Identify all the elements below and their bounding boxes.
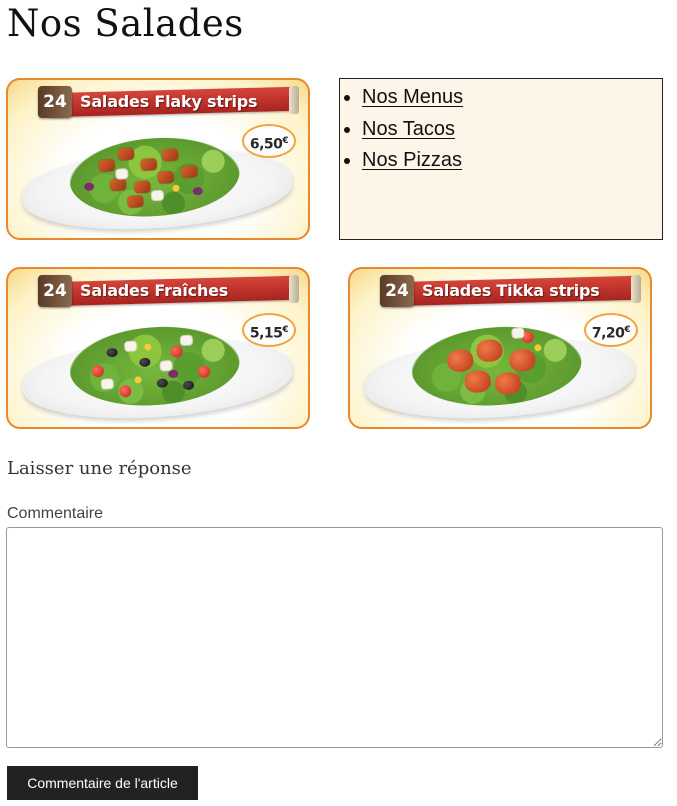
price-tag: 5,15€ (242, 313, 296, 347)
nav-link-tacos[interactable]: Nos Tacos (362, 118, 455, 140)
product-card-tikka-strips[interactable]: 24 Salades Tikka strips 7,20€ (348, 267, 652, 429)
nav-item-pizzas: Nos Pizzas (362, 145, 662, 177)
product-number: 24 (26, 275, 72, 307)
currency-symbol: € (282, 325, 289, 335)
product-name: Salades Fraîches (80, 281, 229, 300)
nav-link-menus[interactable]: Nos Menus (362, 86, 463, 108)
price-value: 6,50 (249, 136, 283, 153)
product-card-fraiches[interactable]: 24 Salades Fraîches 5,15€ (6, 267, 310, 429)
page-title: Nos Salades (7, 2, 244, 45)
product-name: Salades Flaky strips (80, 92, 258, 111)
nav-link-pizzas[interactable]: Nos Pizzas (362, 149, 462, 171)
comment-label: Commentaire (7, 505, 104, 522)
product-number: 24 (26, 86, 72, 118)
reply-title: Laisser une réponse (7, 458, 192, 479)
category-nav: Nos Menus Nos Tacos Nos Pizzas (339, 78, 663, 240)
nav-item-tacos: Nos Tacos (362, 114, 662, 146)
price-value: 5,15 (249, 325, 283, 342)
price-value: 7,20 (591, 325, 625, 342)
comment-textarea[interactable] (6, 527, 663, 748)
product-banner: 24 Salades Flaky strips (26, 86, 299, 118)
product-banner: 24 Salades Tikka strips (368, 275, 641, 307)
price-tag: 7,20€ (584, 313, 638, 347)
nav-item-menus: Nos Menus (362, 82, 662, 114)
price-tag: 6,50€ (242, 124, 296, 158)
currency-symbol: € (282, 136, 289, 146)
category-nav-list: Nos Menus Nos Tacos Nos Pizzas (340, 79, 662, 177)
product-banner: 24 Salades Fraîches (26, 275, 299, 307)
product-card-flaky-strips[interactable]: 24 Salades Flaky strips 6,50€ (6, 78, 310, 240)
currency-symbol: € (624, 325, 631, 335)
submit-comment-button[interactable]: Commentaire de l'article (7, 766, 198, 800)
product-number: 24 (368, 275, 414, 307)
product-name: Salades Tikka strips (422, 281, 600, 300)
